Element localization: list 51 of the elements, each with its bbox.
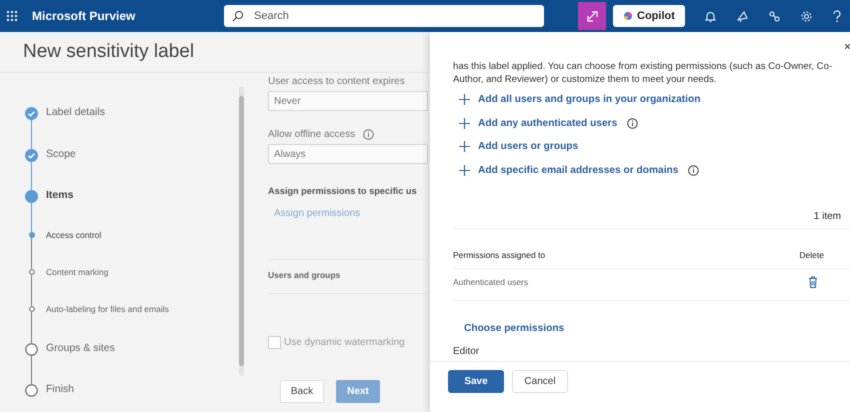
step-label: Finish — [46, 383, 74, 396]
bell-icon[interactable] — [704, 10, 717, 22]
delete-icon[interactable] — [808, 276, 818, 288]
plus-icon — [459, 94, 470, 105]
field-label: User access to content expires — [268, 76, 405, 87]
close-icon[interactable] — [845, 44, 850, 52]
add-link[interactable]: Add users or groups — [459, 141, 578, 152]
plus-icon — [459, 141, 470, 152]
step-label: Groups & sites — [46, 342, 115, 354]
scrollbar[interactable] — [239, 86, 244, 376]
choose-permissions-link[interactable]: Choose permissions — [464, 322, 850, 334]
add-link[interactable]: Add all users and groups in your organization — [459, 94, 700, 105]
cancel-button[interactable]: Cancel — [512, 370, 568, 392]
column-header: Permissions assigned to — [453, 250, 546, 260]
checkbox[interactable] — [268, 336, 281, 349]
plus-icon — [459, 164, 470, 176]
step-label: Label details — [46, 106, 105, 119]
back-button[interactable]: Back — [280, 380, 324, 403]
megaphone-icon[interactable] — [736, 10, 749, 22]
item-count: 1 item — [812, 210, 842, 222]
copilot-logo-icon — [623, 11, 633, 21]
permission-level: Editor — [453, 346, 480, 356]
field-label: Allow offline access — [268, 129, 356, 140]
app-name: Microsoft Purview — [32, 9, 136, 23]
step-label: Items — [46, 189, 74, 202]
column-header: Delete — [799, 250, 824, 260]
add-link[interactable]: Add specific email addresses or domains — [459, 164, 678, 176]
info-icon[interactable] — [627, 118, 638, 128]
network-icon[interactable] — [768, 10, 781, 22]
step-label: Auto-labeling for files and emails — [46, 304, 169, 314]
expiry-dropdown[interactable]: Never — [268, 91, 428, 111]
info-icon[interactable] — [688, 164, 700, 176]
search-field[interactable]: Search — [224, 5, 544, 27]
add-link[interactable]: Add any authenticated users — [459, 118, 618, 128]
help-icon[interactable] — [832, 10, 842, 22]
save-button[interactable]: Save — [448, 370, 504, 392]
offline-dropdown[interactable]: Always — [268, 144, 428, 164]
app-launcher-icon[interactable] — [6, 10, 18, 22]
extension-button[interactable] — [578, 2, 606, 30]
section-heading: Assign permissions to specific us — [268, 186, 417, 196]
step-label: Scope — [46, 148, 76, 160]
step-label: Content marking — [46, 268, 108, 276]
search-icon — [232, 10, 244, 22]
copilot-button[interactable]: Copilot — [613, 5, 685, 27]
users-groups-label: Users and groups — [268, 270, 340, 280]
settings-icon[interactable] — [800, 10, 813, 22]
table-cell: Authenticated users — [453, 277, 528, 287]
plus-icon — [459, 118, 470, 128]
search-input[interactable]: Search — [252, 9, 536, 23]
checkbox-label: Use dynamic watermarking — [284, 337, 405, 348]
step-label: Access control — [46, 230, 102, 240]
